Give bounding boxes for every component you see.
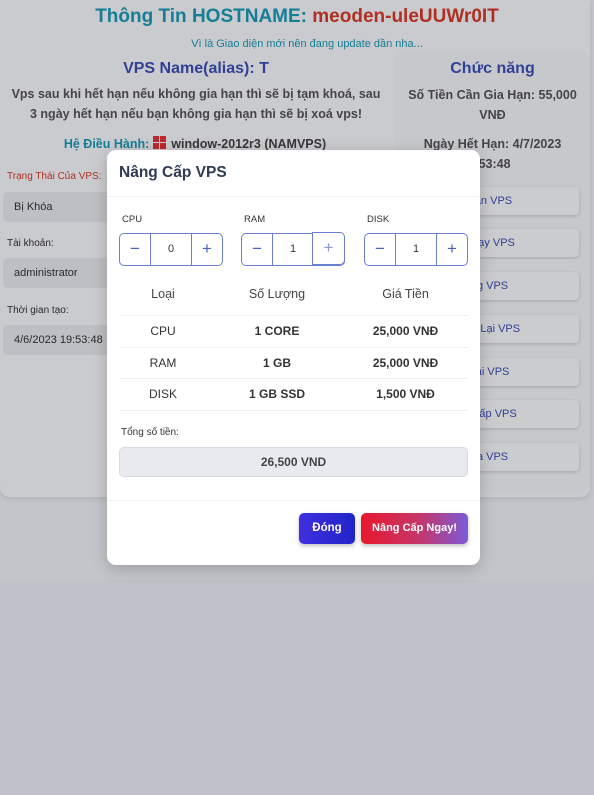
- disk-stepper-label: DISK: [367, 214, 390, 225]
- total-label: Tổng số tiền:: [121, 427, 179, 438]
- disk-quantity-input[interactable]: 1: [396, 234, 436, 265]
- cpu-minus-button[interactable]: −: [120, 234, 151, 265]
- row-type: CPU: [150, 324, 176, 338]
- table-header-price: Giá Tiền: [382, 287, 429, 301]
- upgrade-now-button[interactable]: Nâng Cấp Ngay!: [361, 513, 468, 544]
- total-amount-field: 26,500 VND: [119, 447, 468, 477]
- cpu-plus-button[interactable]: +: [191, 234, 222, 265]
- table-header-quantity: Số Lượng: [248, 287, 306, 301]
- cpu-stepper-label: CPU: [122, 214, 143, 225]
- row-price: 1,500 VNĐ: [376, 387, 435, 401]
- row-quantity: 1 GB SSD: [248, 387, 305, 401]
- table-divider: [119, 410, 468, 411]
- ram-plus-button[interactable]: +: [312, 232, 345, 265]
- cpu-stepper: − 0 +: [119, 233, 223, 266]
- disk-stepper: − 1 +: [364, 233, 468, 266]
- ram-stepper-label: RAM: [244, 214, 266, 225]
- table-row: CPU 1 CORE 25,000 VNĐ: [119, 315, 468, 347]
- ram-stepper: − 1 +: [241, 232, 345, 266]
- table-row: RAM 1 GB 25,000 VNĐ: [119, 347, 468, 379]
- cpu-quantity-input[interactable]: 0: [151, 234, 191, 265]
- table-header-type: Loại: [151, 287, 175, 301]
- row-type: DISK: [148, 387, 177, 401]
- disk-minus-button[interactable]: −: [365, 234, 396, 265]
- ram-minus-button[interactable]: −: [242, 234, 273, 265]
- modal-title: Nâng Cấp VPS: [119, 164, 227, 181]
- row-quantity: 1 GB: [262, 356, 291, 370]
- modal-header: Nâng Cấp VPS: [107, 150, 480, 197]
- disk-plus-button[interactable]: +: [436, 234, 467, 265]
- modal-footer: [107, 500, 480, 501]
- row-type: RAM: [149, 356, 177, 370]
- row-quantity: 1 CORE: [254, 324, 300, 338]
- close-button[interactable]: Đóng: [299, 513, 355, 544]
- ram-quantity-input[interactable]: 1: [273, 234, 313, 265]
- upgrade-vps-modal: Nâng Cấp VPS CPU − 0 + RAM − 1 + DISK − …: [107, 150, 480, 565]
- row-price: 25,000 VNĐ: [372, 356, 439, 370]
- table-row: DISK 1 GB SSD 1,500 VNĐ: [119, 378, 468, 410]
- row-price: 25,000 VNĐ: [372, 324, 439, 338]
